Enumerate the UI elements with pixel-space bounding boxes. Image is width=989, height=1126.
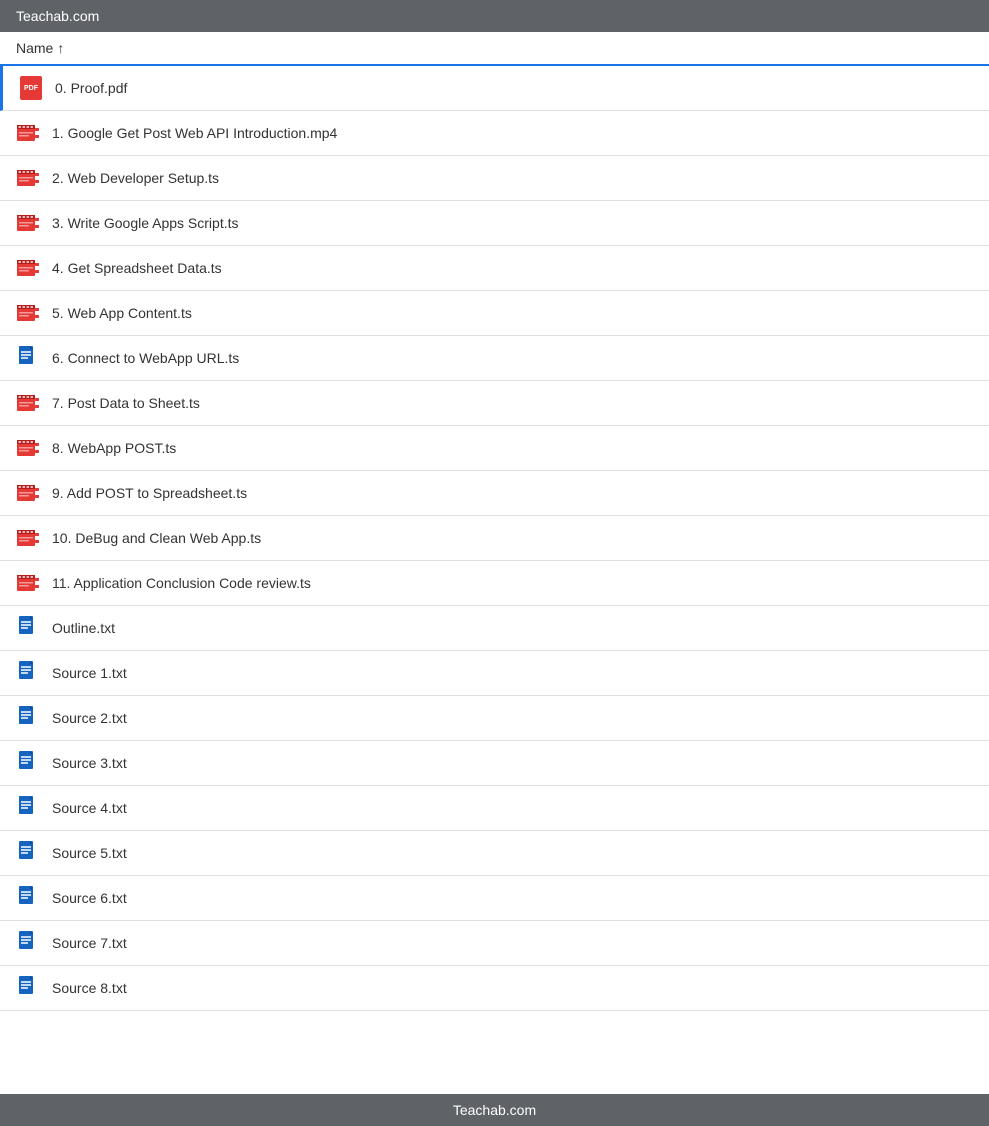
file-name-label: 7. Post Data to Sheet.ts bbox=[52, 395, 200, 411]
column-header-row[interactable]: Name ↑ bbox=[0, 32, 989, 66]
file-icon-container bbox=[16, 256, 40, 280]
file-icon-container bbox=[16, 706, 40, 730]
file-row[interactable]: 8. WebApp POST.ts bbox=[0, 426, 989, 471]
sort-arrow-icon: ↑ bbox=[57, 40, 64, 56]
file-name-label: Source 2.txt bbox=[52, 710, 127, 726]
doc-icon bbox=[17, 931, 39, 955]
video-icon bbox=[17, 572, 39, 594]
bottom-bar-title: Teachab.com bbox=[453, 1102, 536, 1118]
doc-icon bbox=[17, 661, 39, 685]
file-icon-container bbox=[16, 481, 40, 505]
file-icon-container bbox=[16, 571, 40, 595]
file-list: PDF 0. Proof.pdf bbox=[0, 66, 989, 1011]
doc-icon bbox=[17, 841, 39, 865]
file-row[interactable]: 5. Web App Content.ts bbox=[0, 291, 989, 336]
pdf-icon: PDF bbox=[20, 76, 42, 100]
video-icon bbox=[17, 167, 39, 189]
file-name-label: 9. Add POST to Spreadsheet.ts bbox=[52, 485, 247, 501]
file-row[interactable]: Source 7.txt bbox=[0, 921, 989, 966]
top-bar: Teachab.com bbox=[0, 0, 989, 32]
file-row[interactable]: Source 4.txt bbox=[0, 786, 989, 831]
file-name-label: 6. Connect to WebApp URL.ts bbox=[52, 350, 239, 366]
file-name-label: 0. Proof.pdf bbox=[55, 80, 127, 96]
file-row[interactable]: PDF 0. Proof.pdf bbox=[0, 66, 989, 111]
file-row[interactable]: 6. Connect to WebApp URL.ts bbox=[0, 336, 989, 381]
file-row[interactable]: 10. DeBug and Clean Web App.ts bbox=[0, 516, 989, 561]
file-icon-container bbox=[16, 211, 40, 235]
column-name-label: Name bbox=[16, 40, 53, 56]
file-name-label: 3. Write Google Apps Script.ts bbox=[52, 215, 239, 231]
file-name-label: Source 7.txt bbox=[52, 935, 127, 951]
file-icon-container bbox=[16, 301, 40, 325]
main-content: Name ↑ PDF 0. Proof.pdf bbox=[0, 32, 989, 1043]
file-name-label: 11. Application Conclusion Code review.t… bbox=[52, 575, 311, 591]
file-name-label: 2. Web Developer Setup.ts bbox=[52, 170, 219, 186]
file-icon-container bbox=[16, 436, 40, 460]
file-row[interactable]: 3. Write Google Apps Script.ts bbox=[0, 201, 989, 246]
file-name-label: 10. DeBug and Clean Web App.ts bbox=[52, 530, 261, 546]
file-icon-container bbox=[16, 841, 40, 865]
file-icon-container bbox=[16, 166, 40, 190]
file-row[interactable]: 9. Add POST to Spreadsheet.ts bbox=[0, 471, 989, 516]
file-row[interactable]: Source 2.txt bbox=[0, 696, 989, 741]
file-icon-container bbox=[16, 616, 40, 640]
file-icon-container bbox=[16, 661, 40, 685]
top-bar-title: Teachab.com bbox=[16, 8, 99, 24]
video-icon bbox=[17, 527, 39, 549]
file-name-label: Outline.txt bbox=[52, 620, 115, 636]
video-icon bbox=[17, 122, 39, 144]
file-icon-container bbox=[16, 796, 40, 820]
video-icon bbox=[17, 302, 39, 324]
video-icon bbox=[17, 212, 39, 234]
file-row[interactable]: 4. Get Spreadsheet Data.ts bbox=[0, 246, 989, 291]
file-icon-container bbox=[16, 886, 40, 910]
file-row[interactable]: Source 3.txt bbox=[0, 741, 989, 786]
file-name-label: Source 1.txt bbox=[52, 665, 127, 681]
file-icon-container bbox=[16, 121, 40, 145]
file-icon-container bbox=[16, 931, 40, 955]
video-icon bbox=[17, 437, 39, 459]
file-name-label: 1. Google Get Post Web API Introduction.… bbox=[52, 125, 337, 141]
file-icon-container bbox=[16, 346, 40, 370]
file-name-label: Source 8.txt bbox=[52, 980, 127, 996]
file-row[interactable]: 11. Application Conclusion Code review.t… bbox=[0, 561, 989, 606]
file-row[interactable]: 2. Web Developer Setup.ts bbox=[0, 156, 989, 201]
doc-icon bbox=[17, 706, 39, 730]
bottom-bar: Teachab.com bbox=[0, 1094, 989, 1126]
file-name-label: 4. Get Spreadsheet Data.ts bbox=[52, 260, 222, 276]
doc-icon bbox=[17, 976, 39, 1000]
file-icon-container: PDF bbox=[19, 76, 43, 100]
file-name-label: 5. Web App Content.ts bbox=[52, 305, 192, 321]
file-row[interactable]: 1. Google Get Post Web API Introduction.… bbox=[0, 111, 989, 156]
file-row[interactable]: Source 8.txt bbox=[0, 966, 989, 1011]
video-icon bbox=[17, 257, 39, 279]
doc-icon bbox=[17, 796, 39, 820]
file-row[interactable]: Source 5.txt bbox=[0, 831, 989, 876]
doc-icon bbox=[17, 886, 39, 910]
video-icon bbox=[17, 392, 39, 414]
file-name-label: Source 6.txt bbox=[52, 890, 127, 906]
file-name-label: Source 3.txt bbox=[52, 755, 127, 771]
file-row[interactable]: 7. Post Data to Sheet.ts bbox=[0, 381, 989, 426]
file-row[interactable]: Source 6.txt bbox=[0, 876, 989, 921]
video-icon bbox=[17, 482, 39, 504]
file-icon-container bbox=[16, 976, 40, 1000]
file-name-label: Source 4.txt bbox=[52, 800, 127, 816]
file-row[interactable]: Source 1.txt bbox=[0, 651, 989, 696]
file-name-label: 8. WebApp POST.ts bbox=[52, 440, 176, 456]
doc-icon bbox=[17, 751, 39, 775]
doc-icon bbox=[17, 616, 39, 640]
file-name-label: Source 5.txt bbox=[52, 845, 127, 861]
file-icon-container bbox=[16, 751, 40, 775]
doc-icon bbox=[17, 346, 39, 370]
file-icon-container bbox=[16, 391, 40, 415]
file-row[interactable]: Outline.txt bbox=[0, 606, 989, 651]
file-icon-container bbox=[16, 526, 40, 550]
